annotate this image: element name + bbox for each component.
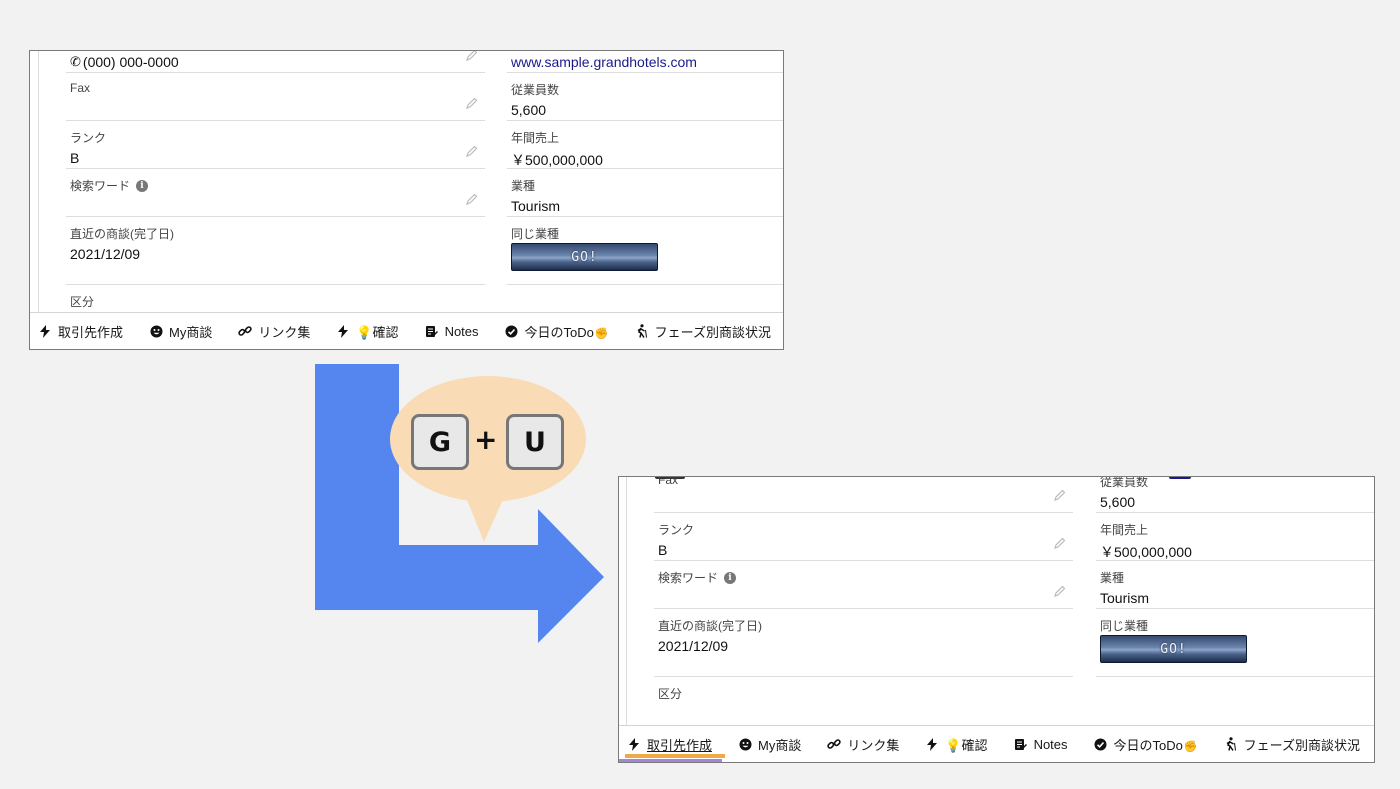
revenue-value: ￥500,000,000 — [1100, 544, 1192, 560]
revenue-label: 年間売上 — [1100, 523, 1149, 537]
last-deal-label: 直近の商談(完了日) — [658, 619, 762, 633]
check-circle-icon — [1094, 737, 1108, 751]
rank-value: B — [658, 542, 668, 558]
utility-item-links[interactable]: リンク集 — [827, 735, 899, 754]
left-field-column: Fax ランク B 検索ワード i 直近の商談(完了日) 2021/12/09 — [654, 477, 1073, 725]
industry-label: 業種 — [1100, 571, 1125, 585]
speech-bubble-tail — [465, 495, 505, 542]
industry-value: Tourism — [1100, 590, 1150, 606]
employees-value: 5,600 — [1100, 494, 1136, 510]
industry-field: 業種 Tourism — [1096, 561, 1374, 609]
utility-label: リンク集 — [847, 737, 900, 753]
search-word-label: 検索ワード — [658, 571, 719, 585]
search-word-field: 検索ワード i — [654, 561, 1073, 609]
category-field: 区分 — [654, 677, 1073, 725]
utility-label: 今日のToDo — [1113, 737, 1183, 753]
utility-item-create-account[interactable]: 取引先作成 — [627, 735, 712, 754]
rank-label: ランク — [658, 523, 695, 537]
same-industry-label: 同じ業種 — [1100, 619, 1149, 633]
last-deal-value: 2021/12/09 — [658, 638, 729, 654]
utility-item-confirm[interactable]: 💡確認 — [925, 735, 988, 754]
hiker-icon — [635, 324, 649, 338]
utility-label: 取引先作成 — [647, 737, 713, 753]
right-field-column: 従業員数 5,600 年間売上 ￥500,000,000 業種 Tourism … — [1096, 477, 1374, 677]
shortcut-speech-bubble — [390, 376, 586, 542]
utility-label: My商談 — [758, 737, 802, 753]
keycap-g: G — [411, 414, 469, 470]
info-icon[interactable]: i — [724, 571, 737, 584]
utility-bar: 取引先作成 My商談 リンク集 💡確認 Notes 今日のToDo✊ フェーズ別… — [619, 725, 1374, 762]
employees-field: 従業員数 5,600 — [1096, 477, 1374, 513]
go-button[interactable]: GO! — [1100, 635, 1247, 663]
utility-item-my-deals[interactable]: My商談 — [738, 735, 801, 754]
notes-icon — [1014, 737, 1028, 751]
category-label: 区分 — [658, 687, 683, 701]
plus-sign: + — [474, 423, 498, 456]
utility-item-phase-status[interactable]: フェーズ別商談状況 — [1224, 735, 1360, 754]
rank-field: ランク B — [654, 513, 1073, 561]
utility-label: フェーズ別商談状況 — [1243, 737, 1360, 753]
link-icon — [827, 737, 842, 751]
lightning-icon — [627, 737, 641, 751]
employees-label: 従業員数 — [1100, 477, 1149, 489]
utility-label: フェーズ別商談状況 — [654, 324, 771, 340]
utility-item-phase-status[interactable]: フェーズ別商談状況 — [635, 322, 771, 341]
hiker-icon — [1224, 737, 1238, 751]
edit-pencil-icon[interactable] — [1053, 488, 1067, 502]
utility-label: Notes — [1033, 736, 1068, 752]
revenue-field: 年間売上 ￥500,000,000 — [1096, 513, 1374, 561]
scroll-edge-guide — [626, 477, 627, 725]
focus-indicator — [619, 759, 722, 762]
last-deal-field: 直近の商談(完了日) 2021/12/09 — [654, 609, 1073, 677]
lightning-icon — [925, 737, 939, 751]
utility-label: 💡確認 — [945, 737, 988, 753]
fax-label: Fax — [658, 477, 679, 487]
record-panel-after: Fax ランク B 検索ワード i 直近の商談(完了日) 2021/12/09 — [618, 476, 1375, 763]
same-industry-field: 同じ業種 GO! — [1096, 609, 1374, 677]
utility-item-notes[interactable]: Notes — [1014, 737, 1068, 752]
record-detail-area: Fax ランク B 検索ワード i 直近の商談(完了日) 2021/12/09 — [619, 477, 1374, 725]
smiley-icon — [738, 737, 752, 751]
fax-field: Fax — [654, 477, 1073, 513]
active-item-indicator — [625, 754, 725, 758]
keycap-u: U — [506, 414, 564, 470]
fist-emoji-icon: ✊ — [1183, 740, 1198, 753]
utility-item-todo[interactable]: 今日のToDo✊ — [1094, 735, 1198, 754]
edit-pencil-icon[interactable] — [1053, 536, 1067, 550]
edit-pencil-icon[interactable] — [1053, 584, 1067, 598]
